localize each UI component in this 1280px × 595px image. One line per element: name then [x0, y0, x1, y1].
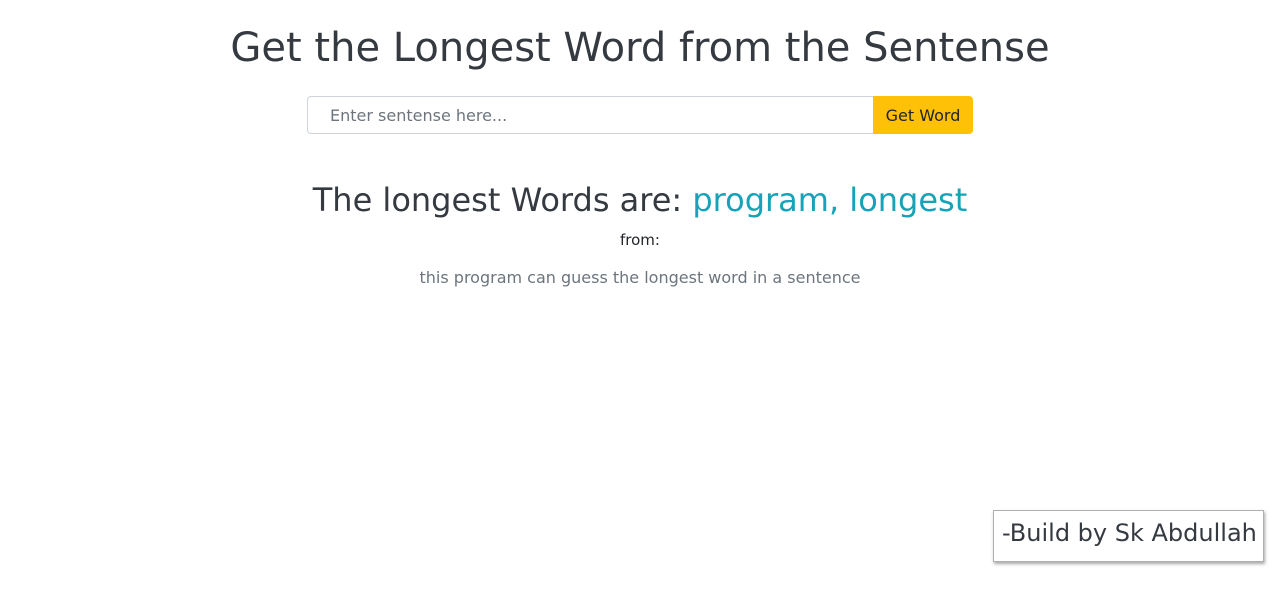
page-title: Get the Longest Word from the Sentense — [230, 25, 1050, 71]
from-label: from: — [620, 231, 660, 249]
author-credit: -Build by Sk Abdullah — [993, 510, 1264, 562]
search-form: Get Word — [307, 96, 973, 134]
page: Get the Longest Word from the Sentense G… — [0, 0, 1280, 595]
result-prefix: The longest Words are: — [312, 181, 693, 219]
sentence-input[interactable] — [307, 96, 873, 134]
result-heading: The longest Words are: program, longest — [0, 178, 1280, 222]
source-sentence: this program can guess the longest word … — [419, 268, 861, 287]
result-words: program, longest — [692, 181, 968, 219]
get-word-button[interactable]: Get Word — [873, 96, 973, 134]
